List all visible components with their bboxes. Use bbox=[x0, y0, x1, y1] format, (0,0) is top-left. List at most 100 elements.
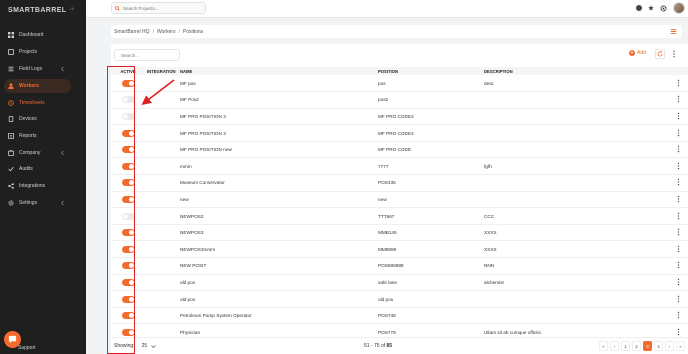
more-options-icon[interactable] bbox=[677, 311, 680, 319]
table-row[interactable]: MF PRO POSITION 3 MF PRO CODE2 bbox=[111, 108, 688, 126]
table-row[interactable]: NEWPOS3 MMB145 XXXS bbox=[111, 224, 688, 242]
active-cell bbox=[111, 207, 145, 225]
active-toggle[interactable] bbox=[121, 79, 135, 87]
more-options-icon[interactable] bbox=[677, 245, 680, 253]
more-options-icon[interactable] bbox=[677, 178, 680, 186]
active-toggle[interactable] bbox=[121, 295, 135, 303]
more-options-icon[interactable] bbox=[677, 79, 680, 87]
position-cell: MF PRO CODE2 bbox=[376, 108, 482, 126]
active-toggle[interactable] bbox=[121, 212, 135, 220]
user-avatar[interactable] bbox=[673, 2, 685, 14]
sidebar-item-reports[interactable]: Reports bbox=[4, 129, 71, 143]
active-toggle[interactable] bbox=[121, 195, 135, 203]
active-toggle[interactable] bbox=[121, 245, 135, 253]
sidebar-item-timesheets[interactable]: Timesheets bbox=[4, 96, 71, 110]
support-link[interactable]: Support bbox=[18, 345, 36, 351]
notifications-icon[interactable] bbox=[636, 5, 642, 11]
more-options-icon[interactable] bbox=[677, 112, 680, 120]
active-toggle[interactable] bbox=[121, 328, 135, 336]
position-cell: MMB145 bbox=[376, 224, 482, 242]
sidebar-item-company[interactable]: Company bbox=[4, 146, 71, 160]
more-options-icon[interactable] bbox=[677, 145, 680, 153]
project-search-input[interactable] bbox=[123, 5, 203, 11]
sidebar-item-devices[interactable]: Devices bbox=[4, 112, 71, 126]
page-button[interactable]: » bbox=[676, 341, 685, 351]
column-header-position[interactable]: POSITION bbox=[376, 67, 482, 75]
integration-cell bbox=[145, 141, 178, 159]
more-options-icon[interactable] bbox=[677, 195, 680, 203]
breadcrumb-item-workers[interactable]: Workers bbox=[157, 29, 176, 35]
table-row[interactable]: MF Pos2 pos2 bbox=[111, 91, 688, 109]
column-header-integration[interactable]: INTEGRATION bbox=[145, 67, 178, 75]
sidebar-item-audits[interactable]: Audits bbox=[4, 162, 71, 176]
more-options-icon[interactable] bbox=[677, 162, 680, 170]
sidebar-item-integrations[interactable]: Integrations bbox=[4, 179, 71, 193]
table-row[interactable]: new new bbox=[111, 191, 688, 209]
more-options-icon[interactable] bbox=[677, 328, 680, 336]
active-toggle[interactable] bbox=[121, 179, 135, 187]
row-actions-cell bbox=[667, 290, 688, 308]
table-row[interactable]: NEWPOS2 TTT667 CCC bbox=[111, 207, 688, 225]
more-options-icon[interactable] bbox=[672, 50, 676, 58]
table-row[interactable]: Museum Conservator POS335 bbox=[111, 174, 688, 192]
breadcrumb-item-company[interactable]: SmartBarrel HQ bbox=[114, 29, 150, 35]
positions-search[interactable] bbox=[114, 49, 186, 61]
active-toggle[interactable] bbox=[121, 262, 135, 270]
name-cell: Museum Conservator bbox=[178, 174, 376, 192]
sidebar-item-workers[interactable]: Workers bbox=[4, 79, 71, 93]
chevron-down-icon[interactable] bbox=[151, 344, 156, 349]
page-button[interactable]: › bbox=[665, 341, 674, 351]
sidebar-item-label: Integrations bbox=[19, 183, 46, 189]
sidebar-item-dashboard[interactable]: Dashboard bbox=[4, 28, 71, 42]
active-toggle[interactable] bbox=[121, 229, 135, 237]
column-header-name[interactable]: NAME bbox=[178, 67, 376, 75]
page-button[interactable]: « bbox=[599, 341, 608, 351]
page-button[interactable]: 4 bbox=[654, 341, 663, 351]
menu-icon[interactable] bbox=[670, 28, 677, 35]
page-button[interactable]: 1 bbox=[621, 341, 630, 351]
table-row[interactable]: MF PRO POSITION 3 MF PRO CODE4 bbox=[111, 124, 688, 142]
more-options-icon[interactable] bbox=[677, 295, 680, 303]
projects-icon bbox=[8, 49, 14, 55]
active-toggle[interactable] bbox=[121, 162, 135, 170]
active-toggle[interactable] bbox=[121, 112, 135, 120]
star-icon[interactable] bbox=[648, 5, 654, 11]
column-header-description[interactable]: DESCRIPTION bbox=[482, 67, 667, 75]
page-button[interactable]: 3 bbox=[643, 341, 652, 351]
active-toggle[interactable] bbox=[121, 96, 135, 104]
page-size-select[interactable]: 25 bbox=[142, 343, 148, 349]
positions-search-input[interactable] bbox=[121, 52, 186, 58]
table-row[interactable]: MF PRO POSITION new MF PRO CODE bbox=[111, 141, 688, 159]
table-row[interactable]: NEWPOS3mmm MM8999 XXXS bbox=[111, 240, 688, 259]
more-options-icon[interactable] bbox=[677, 95, 680, 103]
active-toggle[interactable] bbox=[121, 278, 135, 286]
more-options-icon[interactable] bbox=[677, 228, 680, 236]
table-row[interactable]: NEW POSIT POS889988 NNN bbox=[111, 257, 688, 275]
sidebar-item-projects[interactable]: Projects bbox=[4, 45, 71, 59]
more-options-icon[interactable] bbox=[677, 129, 680, 137]
refresh-button[interactable] bbox=[655, 49, 665, 59]
more-options-icon[interactable] bbox=[677, 278, 680, 286]
more-options-icon[interactable] bbox=[677, 212, 680, 220]
table-row[interactable]: mmm 7777 fgfh bbox=[111, 157, 688, 176]
table-row[interactable]: old pos old pos bbox=[111, 290, 688, 308]
column-header-active[interactable]: ACTIVE bbox=[111, 67, 145, 75]
add-position-button[interactable]: + Add bbox=[629, 50, 646, 56]
active-toggle[interactable] bbox=[121, 312, 135, 320]
table-row[interactable]: old pos safe lane alchemist bbox=[111, 274, 688, 292]
table-row[interactable]: Petroleum Pump System Operator POS748 bbox=[111, 307, 688, 325]
sidebar-item-settings[interactable]: Settings bbox=[4, 196, 71, 210]
active-toggle[interactable] bbox=[121, 129, 135, 137]
integration-cell bbox=[145, 274, 178, 292]
table-row[interactable]: MF pos pos desc bbox=[111, 75, 688, 93]
more-options-icon[interactable] bbox=[677, 261, 680, 269]
name-cell: old pos bbox=[178, 290, 376, 308]
sidebar-item-field-logs[interactable]: Field Logs bbox=[4, 62, 71, 76]
active-toggle[interactable] bbox=[121, 146, 135, 154]
project-search[interactable] bbox=[111, 2, 206, 14]
breadcrumb-separator: / bbox=[152, 28, 154, 35]
page-button[interactable]: ‹ bbox=[610, 341, 619, 351]
gear-icon[interactable] bbox=[660, 4, 667, 12]
page-button[interactable]: 2 bbox=[632, 341, 641, 351]
app-logo[interactable]: SMARTBARREL 16 bbox=[8, 7, 74, 14]
